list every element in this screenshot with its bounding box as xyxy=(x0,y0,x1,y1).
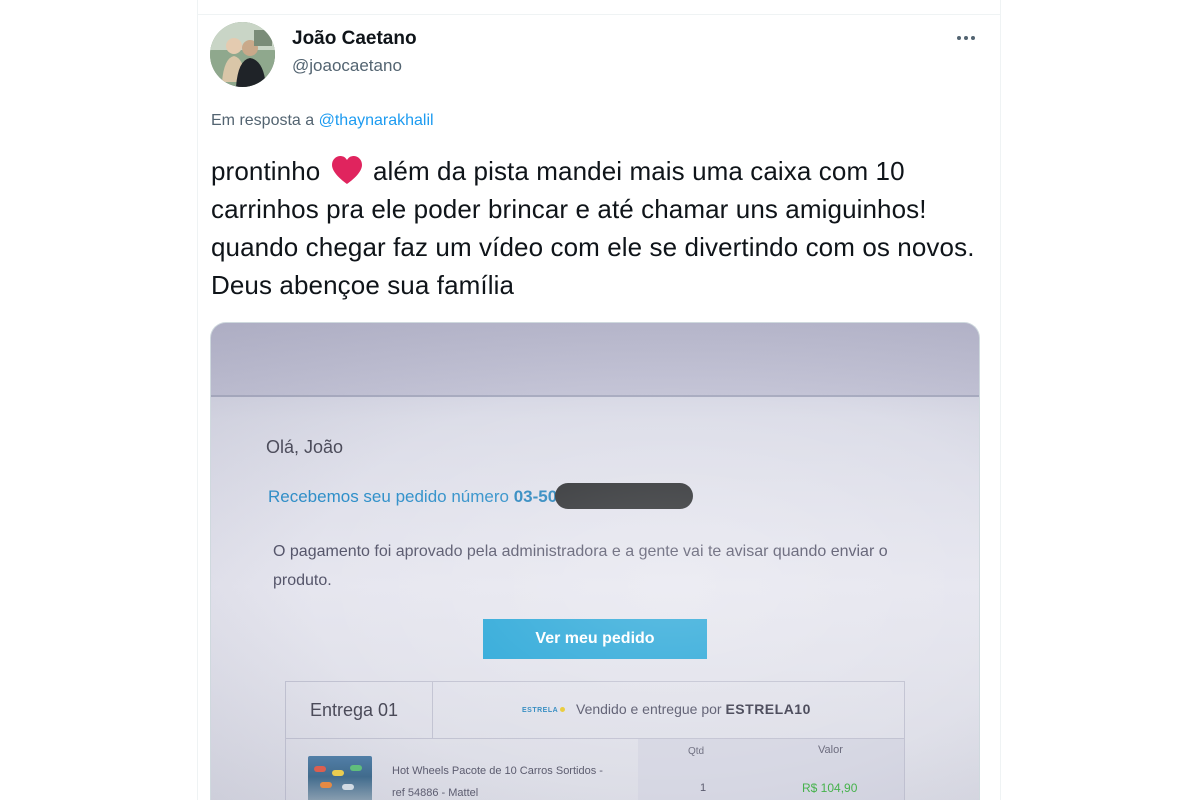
tweet-photo[interactable]: Olá, João Recebemos seu pedido número 03… xyxy=(210,322,980,800)
photo-view-order-button: Ver meu pedido xyxy=(483,619,707,659)
photo-email-header xyxy=(211,323,979,395)
photo-order-number: 03-50 xyxy=(513,487,558,506)
tweet-text: prontinho além da pista mandei mais uma … xyxy=(211,152,991,304)
divider xyxy=(198,14,1000,15)
tweet-column: João Caetano @joaocaetano Em resposta a … xyxy=(197,0,1001,800)
photo-order-text: Recebemos seu pedido número xyxy=(268,487,509,506)
author-handle[interactable]: @joaocaetano xyxy=(292,56,402,76)
qty-header: Qtd xyxy=(688,746,705,757)
tweet-text-start: prontinho xyxy=(211,156,321,186)
photo-delivery-separator xyxy=(432,682,433,738)
photo-delivery-box: Entrega 01 ESTRELA Vendido e entregue po… xyxy=(285,681,905,800)
product-name: Hot Wheels Pacote de 10 Carros Sortidos … xyxy=(392,765,603,799)
more-icon-dot xyxy=(964,36,968,40)
seller-logo-dot xyxy=(560,707,566,712)
author-name[interactable]: João Caetano xyxy=(292,28,417,50)
price-value: R$ 104,90 xyxy=(802,781,858,795)
photo-greeting: Olá, João xyxy=(266,437,344,457)
seller-prefix: Vendido e entregue por xyxy=(576,701,722,717)
seller-logo-text: ESTRELA xyxy=(522,707,559,714)
avatar-photo-icon xyxy=(210,22,275,87)
photo-seller-line: Vendido e entregue por ESTRELA10 xyxy=(576,701,811,717)
more-icon-dot xyxy=(971,36,975,40)
seller-logo: ESTRELA xyxy=(522,707,566,714)
more-options-button[interactable] xyxy=(952,26,980,50)
photo-order-line: Recebemos seu pedido número 03-50 xyxy=(268,483,694,509)
toy-car-icon xyxy=(332,770,344,776)
value-header: Valor xyxy=(818,744,843,756)
heart-emoji-icon xyxy=(331,156,362,184)
redaction-bar xyxy=(555,483,694,509)
avatar[interactable] xyxy=(210,22,275,87)
toy-car-icon xyxy=(320,782,332,788)
toy-car-icon xyxy=(314,766,326,772)
reply-context: Em resposta a @thaynarakhalil xyxy=(211,112,434,130)
reply-prefix: Em resposta a xyxy=(211,112,315,129)
photo-message: O pagamento foi aprovado pela administra… xyxy=(273,543,888,589)
tweet-text-rest: além da pista mandei mais uma caixa com … xyxy=(211,156,975,300)
page: João Caetano @joaocaetano Em resposta a … xyxy=(0,0,1200,800)
photo-divider xyxy=(211,395,979,397)
product-thumbnail xyxy=(308,756,372,800)
photo-delivery-label: Entrega 01 xyxy=(310,700,399,720)
qty-value: 1 xyxy=(700,782,707,794)
photo-item-columns xyxy=(638,739,904,800)
more-icon xyxy=(957,36,961,40)
toy-car-icon xyxy=(342,784,354,790)
toy-car-icon xyxy=(350,765,362,771)
reply-mention-link[interactable]: @thaynarakhalil xyxy=(319,112,434,129)
seller-name: ESTRELA10 xyxy=(725,701,811,717)
